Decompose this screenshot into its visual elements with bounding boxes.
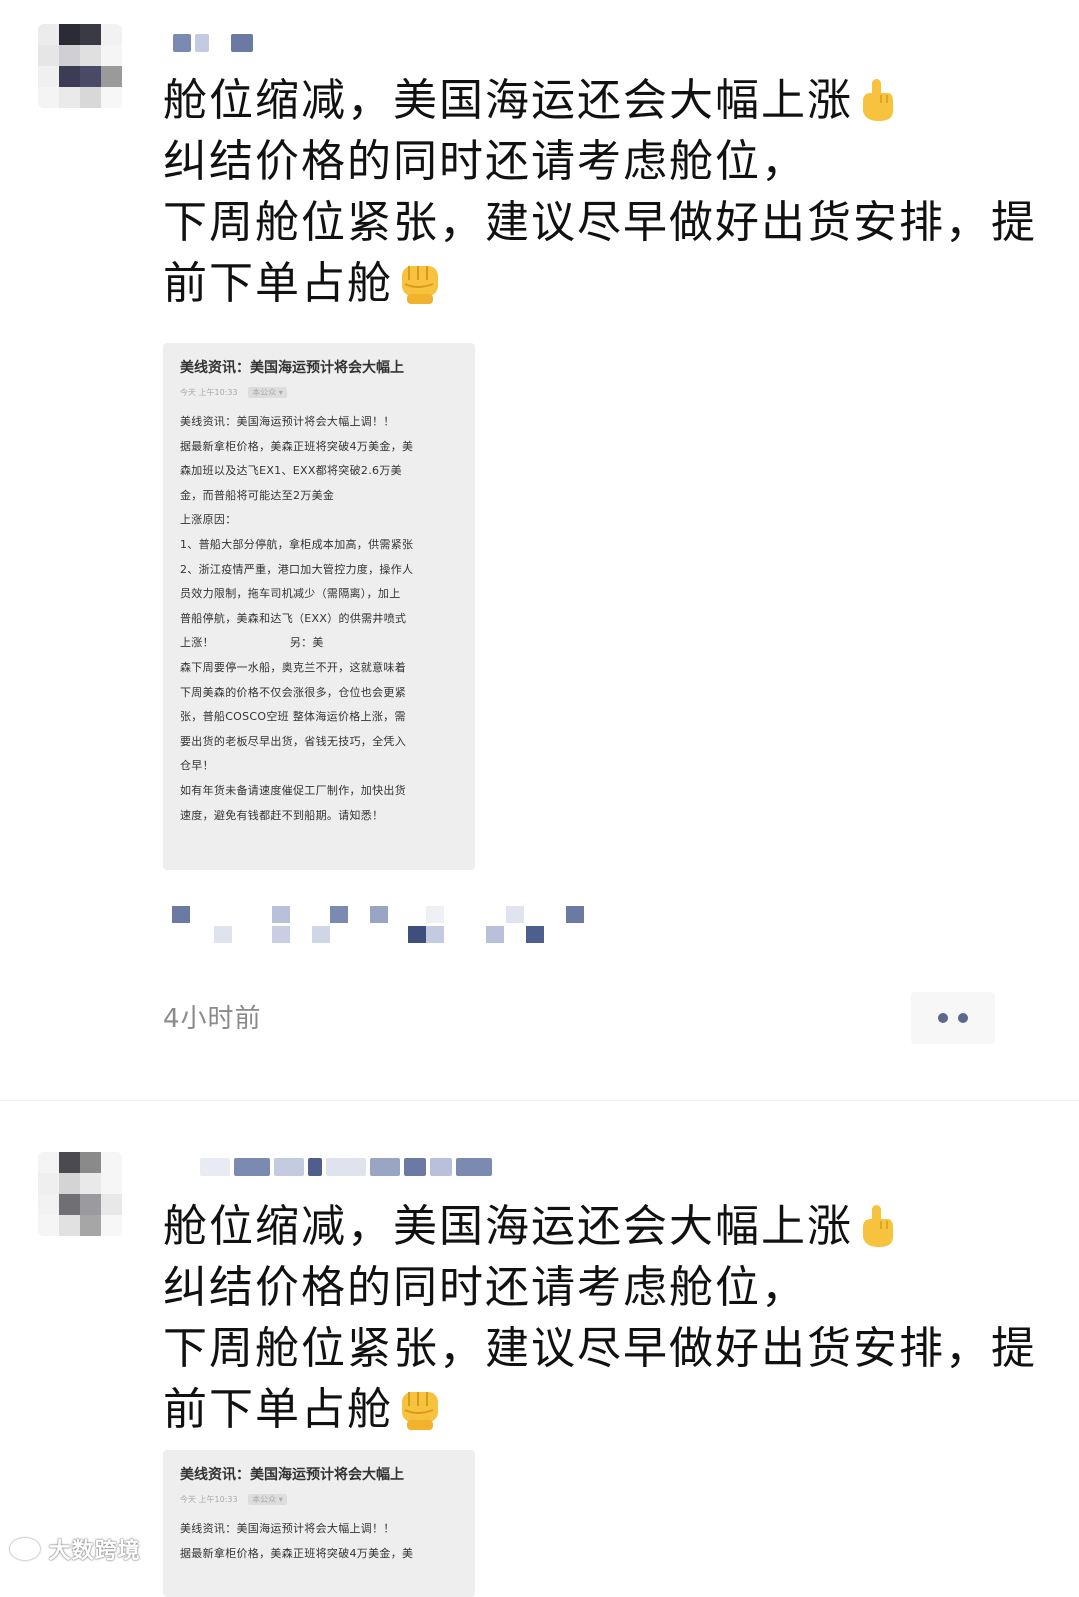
article-body-line: 据最新拿柜价格，美森正班将突破4万美金，美	[180, 439, 414, 453]
article-meta: 今天 上午10:33 本公众 ▾	[163, 1484, 475, 1505]
shared-article-card[interactable]: 美线资讯：美国海运预计将会大幅上 今天 上午10:33 本公众 ▾ 美线资讯：美…	[163, 343, 475, 870]
more-dot	[938, 1013, 948, 1023]
blurred-link-text[interactable]	[172, 902, 592, 946]
article-body-line: 普船停航，美森和达飞（EXX）的供需井喷式	[180, 611, 407, 625]
article-body-line: 下周美森的价格不仅会涨很多，仓位也会更紧	[180, 685, 406, 699]
article-body-line: 仓早！	[180, 759, 214, 773]
more-options-icon[interactable]	[911, 992, 995, 1044]
post-text: 舱位缩减，美国海运还会大幅上涨 纠结价格的同时还请考虑舱位， 下周舱位紧张，建议…	[163, 1196, 1043, 1440]
article-title: 美线资讯：美国海运预计将会大幅上	[180, 1467, 404, 1483]
watermark: 大数跨境	[10, 1533, 141, 1565]
article-body-line: 速度，避免有钱都赶不到船期。请知悉！	[180, 808, 384, 822]
post-text-line: 下周舱位紧张，建议尽早做好出货安排，提	[163, 197, 1037, 248]
article-body-line: 如有年货未备请速度催促工厂制作，加快出货	[180, 783, 406, 797]
article-meta: 今天 上午10:33 本公众 ▾	[163, 377, 475, 398]
article-body-line: 2、浙江疫情严重，港口加大管控力度，操作人	[180, 562, 414, 576]
article-body-line: 美线资讯：美国海运预计将会大幅上调！！	[180, 415, 395, 428]
watermark-logo-icon	[10, 1538, 40, 1560]
article-body-line: 森加班以及达飞EX1、EXX都将突破2.6万美	[180, 464, 402, 478]
avatar[interactable]	[38, 24, 122, 108]
article-meta-tag: 本公众 ▾	[248, 387, 287, 398]
article-body: 美线资讯：美国海运预计将会大幅上调！！ 据最新拿柜价格，美森正班将突破4万美金，…	[163, 1505, 475, 1580]
raised-fist-icon	[397, 1386, 443, 1432]
article-body-line: 要出货的老板尽早出货，省钱无技巧，全凭入	[180, 734, 406, 748]
more-dot	[958, 1013, 968, 1023]
article-body-line: 1、普船大部分停航，拿柜成本加高，供需紧张	[180, 537, 414, 551]
article-body-line: 金，而普船将可能达至2万美金	[180, 488, 335, 502]
article-body-line: 据最新拿柜价格，美森正班将突破4万美金，美	[180, 1546, 414, 1560]
article-body-line: 森下周要停一水船，奥克兰不开，这就意味着	[180, 660, 406, 674]
post-text-line: 舱位缩减，美国海运还会大幅上涨	[163, 75, 853, 126]
article-meta-time: 今天 上午10:33	[180, 388, 238, 397]
post-divider	[0, 1100, 1079, 1101]
post-text-line: 舱位缩减，美国海运还会大幅上涨	[163, 1201, 853, 1252]
post-text-line: 下周舱位紧张，建议尽早做好出货安排，提	[163, 1323, 1037, 1374]
shared-article-card[interactable]: 美线资讯：美国海运预计将会大幅上 今天 上午10:33 本公众 ▾ 美线资讯：美…	[163, 1450, 475, 1597]
article-body-line: 上涨原因：	[180, 513, 237, 527]
avatar[interactable]	[38, 1152, 122, 1236]
article-body-line: 美线资讯：美国海运预计将会大幅上调！！	[180, 1522, 395, 1535]
post-text-line: 纠结价格的同时还请考虑舱位，	[163, 136, 807, 187]
article-body-line: 张，普船COSCO空班 整体海运价格上涨，需	[180, 710, 406, 724]
article-meta-time: 今天 上午10:33	[180, 1495, 238, 1504]
post-text-line: 前下单占舱	[163, 258, 393, 309]
article-title: 美线资讯：美国海运预计将会大幅上	[180, 360, 404, 376]
post-text-line: 前下单占舱	[163, 1384, 393, 1435]
article-meta-tag: 本公众 ▾	[248, 1494, 287, 1505]
username-blurred[interactable]	[173, 26, 253, 60]
article-body-line: 上涨！ 另：美	[180, 636, 324, 650]
raised-fist-icon	[397, 260, 443, 306]
article-body-line: 员效力限制，拖车司机减少（需隔离），加上	[180, 587, 401, 601]
article-body: 美线资讯：美国海运预计将会大幅上调！！ 据最新拿柜价格，美森正班将突破4万美金，…	[163, 398, 475, 842]
backhand-index-pointing-down-icon	[857, 1203, 897, 1249]
watermark-text: 大数跨境	[48, 1539, 141, 1564]
post-text-line: 纠结价格的同时还请考虑舱位，	[163, 1262, 807, 1313]
backhand-index-pointing-down-icon	[857, 77, 897, 123]
post-time: 4小时前	[163, 1004, 262, 1034]
username-blurred[interactable]	[200, 1150, 492, 1184]
post-text: 舱位缩减，美国海运还会大幅上涨 纠结价格的同时还请考虑舱位， 下周舱位紧张，建议…	[163, 70, 1043, 314]
